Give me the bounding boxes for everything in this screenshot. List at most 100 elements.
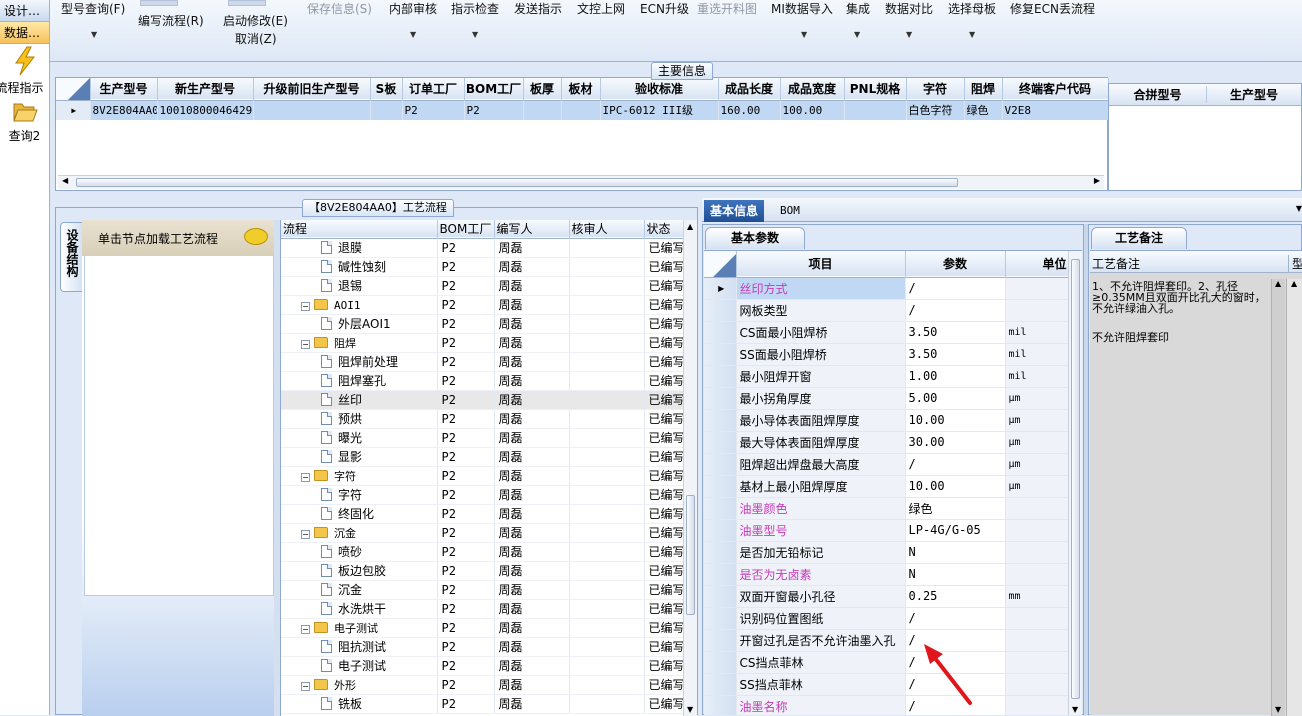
- internal-review-button[interactable]: 内部审核 ▼: [389, 0, 437, 39]
- tree-cell-reviewer[interactable]: [569, 276, 645, 296]
- tree-cell-factory[interactable]: P2: [437, 618, 495, 638]
- collapse-icon[interactable]: −: [301, 339, 310, 349]
- tree-cell-reviewer[interactable]: [569, 295, 645, 315]
- tree-node[interactable]: − 沉金: [281, 523, 438, 543]
- tree-node[interactable]: 碱性蚀刻: [281, 257, 438, 277]
- tree-cell-status[interactable]: 已编写: [644, 314, 685, 334]
- tree-cell-writer[interactable]: 周磊: [494, 238, 570, 258]
- tree-node[interactable]: − 外形: [281, 675, 438, 695]
- tree-node[interactable]: − 阻焊: [281, 333, 438, 353]
- col-header[interactable]: PNL规格: [844, 78, 907, 100]
- tree-cell-status[interactable]: 已编写: [644, 599, 685, 619]
- tree-cell-reviewer[interactable]: [569, 390, 645, 410]
- row-selector[interactable]: [704, 519, 737, 542]
- table-cell[interactable]: IPC-6012 III级: [600, 100, 719, 120]
- scroll-up-icon[interactable]: ▲: [1275, 279, 1281, 288]
- tree-cell-factory[interactable]: P2: [437, 485, 495, 505]
- col-header[interactable]: S板: [370, 78, 403, 100]
- col-header[interactable]: 成品宽度: [780, 78, 845, 100]
- tree-cell-factory[interactable]: P2: [437, 523, 495, 543]
- col-header[interactable]: 生产型号: [1207, 86, 1301, 103]
- tree-cell-writer[interactable]: 周磊: [494, 409, 570, 429]
- row-selector[interactable]: [704, 321, 737, 344]
- tree-cell-status[interactable]: 已编写: [644, 238, 685, 258]
- col-header[interactable]: 合拼型号: [1109, 86, 1207, 103]
- tree-row[interactable]: 阻焊前处理 P2 周磊 已编写: [281, 352, 685, 372]
- row-selector[interactable]: [704, 387, 737, 410]
- tree-cell-factory[interactable]: P2: [437, 694, 495, 714]
- param-row[interactable]: 阻焊超出焊盘最大高度 / μm: [704, 453, 1082, 476]
- tree-cell-factory[interactable]: P2: [437, 599, 495, 619]
- tree-cell-reviewer[interactable]: [569, 656, 645, 676]
- tree-node[interactable]: 电子测试: [281, 656, 438, 676]
- table-cell[interactable]: [561, 100, 601, 120]
- tree-row[interactable]: 阻抗测试 P2 周磊 已编写: [281, 637, 685, 657]
- tree-cell-reviewer[interactable]: [569, 618, 645, 638]
- tree-row[interactable]: 外层AOI1 P2 周磊 已编写: [281, 314, 685, 334]
- row-selector[interactable]: [704, 299, 737, 322]
- tree-cell-reviewer[interactable]: [569, 675, 645, 695]
- equipment-structure-tab[interactable]: 设备结构: [60, 222, 82, 292]
- tree-cell-factory[interactable]: P2: [437, 257, 495, 277]
- tree-cell-reviewer[interactable]: [569, 523, 645, 543]
- param-row[interactable]: SS挡点菲林 /: [704, 673, 1082, 696]
- tree-node[interactable]: − AOI1: [281, 295, 438, 315]
- param-value[interactable]: /: [905, 607, 1006, 630]
- tree-cell-writer[interactable]: 周磊: [494, 466, 570, 486]
- tree-node[interactable]: 预烘: [281, 409, 438, 429]
- tree-cell-reviewer[interactable]: [569, 447, 645, 467]
- row-selector[interactable]: [704, 365, 737, 388]
- param-value[interactable]: 0.25: [905, 585, 1006, 608]
- tree-cell-writer[interactable]: 周磊: [494, 447, 570, 467]
- tree-row[interactable]: − 电子测试 P2 周磊 已编写: [281, 618, 685, 638]
- tree-cell-writer[interactable]: 周磊: [494, 599, 570, 619]
- param-row[interactable]: 基材上最小阻焊厚度 10.00 μm: [704, 475, 1082, 498]
- vertical-scrollbar[interactable]: ▼: [1068, 251, 1082, 715]
- tree-node[interactable]: 喷砂: [281, 542, 438, 562]
- table-cell[interactable]: 白色字符: [906, 100, 965, 120]
- tree-row[interactable]: 显影 P2 周磊 已编写: [281, 447, 685, 467]
- param-row[interactable]: 最小阻焊开窗 1.00 mil: [704, 365, 1082, 388]
- tree-cell-factory[interactable]: P2: [437, 371, 495, 391]
- tree-cell-factory[interactable]: P2: [437, 352, 495, 372]
- remarks-text-2[interactable]: 不允许阻焊套印: [1092, 329, 1270, 345]
- row-selector[interactable]: [704, 607, 737, 630]
- tree-row[interactable]: 阻焊塞孔 P2 周磊 已编写: [281, 371, 685, 391]
- doc-control-upload-button[interactable]: 文控上网: [577, 0, 625, 17]
- row-selector[interactable]: [704, 431, 737, 454]
- scroll-up-icon[interactable]: ▲: [687, 222, 693, 231]
- tree-cell-writer[interactable]: 周磊: [494, 428, 570, 448]
- tree-node[interactable]: 终固化: [281, 504, 438, 524]
- scroll-down-icon[interactable]: ▼: [1275, 705, 1281, 714]
- scrollbar-thumb[interactable]: [76, 178, 958, 187]
- start-modify-button[interactable]: 启动修改(E): [223, 12, 288, 29]
- param-value[interactable]: 绿色: [905, 497, 1006, 520]
- table-cell[interactable]: 160.00: [718, 100, 781, 120]
- tree-cell-writer[interactable]: 周磊: [494, 390, 570, 410]
- collapse-icon[interactable]: −: [301, 681, 310, 691]
- tree-cell-status[interactable]: 已编写: [644, 523, 685, 543]
- tree-cell-reviewer[interactable]: [569, 333, 645, 353]
- tree-cell-status[interactable]: 已编写: [644, 390, 685, 410]
- table-cell[interactable]: 绿色: [964, 100, 1003, 120]
- tree-cell-status[interactable]: 已编写: [644, 675, 685, 695]
- param-value[interactable]: /: [905, 277, 1006, 300]
- param-row[interactable]: 识别码位置图纸 /: [704, 607, 1082, 630]
- tree-cell-writer[interactable]: 周磊: [494, 561, 570, 581]
- tree-cell-status[interactable]: 已编写: [644, 371, 685, 391]
- param-value[interactable]: 30.00: [905, 431, 1006, 454]
- col-header[interactable]: 订单工厂: [402, 78, 465, 100]
- tree-cell-factory[interactable]: P2: [437, 466, 495, 486]
- tree-cell-writer[interactable]: 周磊: [494, 656, 570, 676]
- collapse-icon[interactable]: −: [301, 301, 310, 311]
- tree-cell-reviewer[interactable]: [569, 257, 645, 277]
- tree-node[interactable]: 显影: [281, 447, 438, 467]
- ecn-upgrade-button[interactable]: ECN升级: [640, 0, 689, 17]
- tree-row[interactable]: 水洗烘干 P2 周磊 已编写: [281, 599, 685, 619]
- tree-cell-reviewer[interactable]: [569, 599, 645, 619]
- tree-cell-reviewer[interactable]: [569, 637, 645, 657]
- tree-cell-writer[interactable]: 周磊: [494, 333, 570, 353]
- vertical-scrollbar[interactable]: ▲ ▼: [1271, 279, 1285, 716]
- tree-row[interactable]: 曝光 P2 周磊 已编写: [281, 428, 685, 448]
- tree-cell-writer[interactable]: 周磊: [494, 504, 570, 524]
